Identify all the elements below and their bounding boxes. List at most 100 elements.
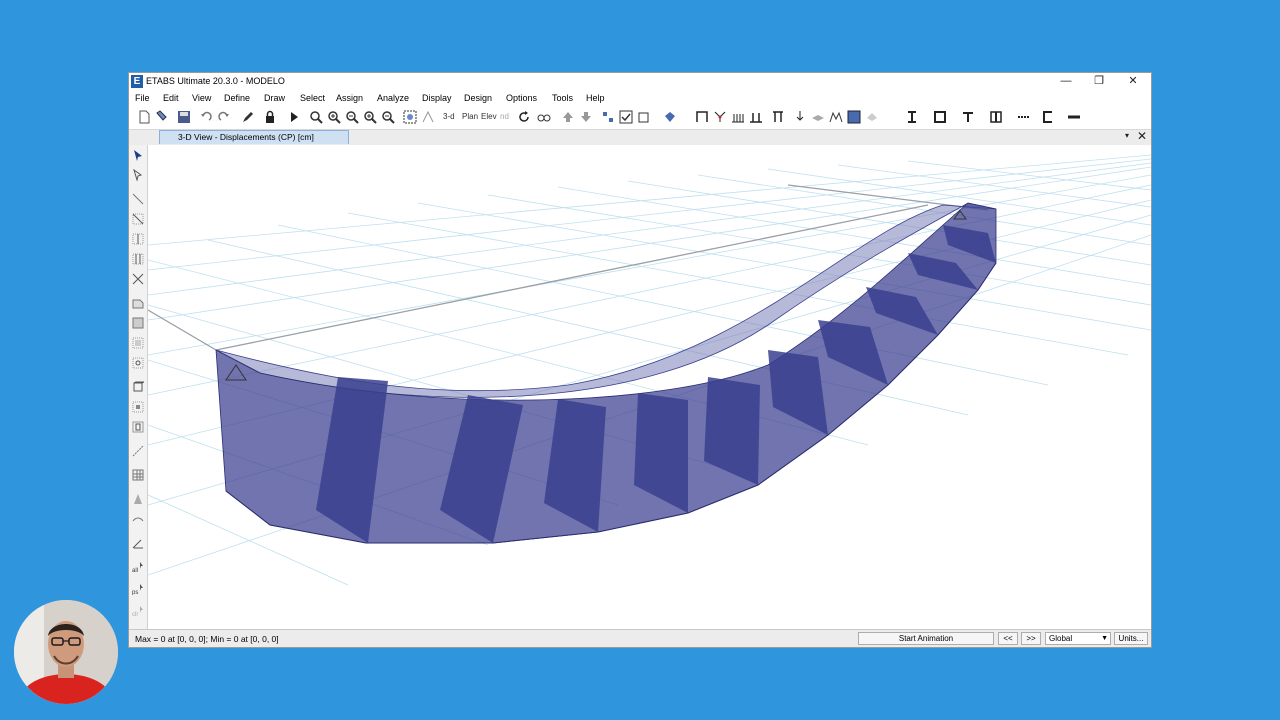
object-shrink-icon[interactable] bbox=[601, 110, 615, 124]
extrude-view-icon[interactable] bbox=[847, 110, 861, 124]
support-icon[interactable] bbox=[771, 110, 785, 124]
previous-selection-icon[interactable]: ps bbox=[132, 583, 144, 595]
menu-define[interactable]: Define bbox=[224, 93, 250, 103]
draw-wall-stack-icon[interactable] bbox=[132, 401, 144, 413]
draw-line-icon[interactable] bbox=[132, 193, 144, 205]
draw-dimension-icon[interactable] bbox=[132, 493, 144, 505]
menu-display[interactable]: Display bbox=[422, 93, 452, 103]
rubber-band-zoom-icon[interactable] bbox=[403, 110, 417, 124]
undo-icon[interactable] bbox=[199, 110, 213, 124]
menu-view[interactable]: View bbox=[192, 93, 211, 103]
draw-tendon-icon[interactable] bbox=[132, 513, 144, 525]
etabs-window: E ETABS Ultimate 20.3.0 - MODELO — ❐ ✕ F… bbox=[128, 72, 1152, 648]
start-animation-button[interactable]: Start Animation bbox=[858, 632, 994, 645]
elevation-view-button[interactable]: Elev bbox=[481, 112, 497, 121]
minimize-button[interactable]: — bbox=[1049, 73, 1083, 91]
next-step-button[interactable]: >> bbox=[1021, 632, 1041, 645]
brace-icon[interactable] bbox=[713, 110, 727, 124]
draw-toolbar: all ps clr bbox=[129, 145, 148, 629]
select-all-icon[interactable]: all bbox=[132, 561, 144, 573]
restore-button[interactable]: ❐ bbox=[1082, 73, 1116, 91]
frame-icon[interactable] bbox=[695, 110, 709, 124]
status-max-min-text: Max = 0 at [0, 0, 0]; Min = 0 at [0, 0, … bbox=[135, 634, 279, 644]
draw-grid-icon[interactable] bbox=[132, 469, 144, 481]
tab-close-icon[interactable]: ✕ bbox=[1137, 129, 1147, 143]
draw-reference-icon[interactable] bbox=[132, 537, 144, 549]
menu-select[interactable]: Select bbox=[300, 93, 325, 103]
draw-beam-icon[interactable] bbox=[132, 213, 144, 225]
move-up-icon[interactable] bbox=[561, 110, 575, 124]
draw-wall-opening-icon[interactable] bbox=[132, 421, 144, 433]
move-down-icon[interactable] bbox=[579, 110, 593, 124]
new-file-icon[interactable] bbox=[137, 110, 151, 124]
svg-text:all: all bbox=[132, 568, 138, 573]
svg-text:clr: clr bbox=[132, 612, 138, 617]
open-icon[interactable] bbox=[155, 110, 169, 124]
zoom-window-icon[interactable] bbox=[309, 110, 323, 124]
units-button[interactable]: Units... bbox=[1114, 632, 1148, 645]
perspective-icon[interactable] bbox=[537, 110, 551, 124]
lock-icon[interactable] bbox=[263, 110, 277, 124]
menu-options[interactable]: Options bbox=[506, 93, 537, 103]
menu-edit[interactable]: Edit bbox=[163, 93, 179, 103]
section-box-icon[interactable] bbox=[933, 110, 947, 124]
show-deformed-icon[interactable] bbox=[663, 110, 677, 124]
section-channel-icon[interactable] bbox=[1041, 110, 1055, 124]
section-i-box-icon[interactable] bbox=[989, 110, 1003, 124]
menu-tools[interactable]: Tools bbox=[552, 93, 573, 103]
tab-3d-view-displacements[interactable]: 3-D View - Displacements (CP) [cm] bbox=[159, 130, 349, 144]
plan-view-button[interactable]: Plan bbox=[462, 112, 478, 121]
save-icon[interactable] bbox=[177, 110, 191, 124]
menu-analyze[interactable]: Analyze bbox=[377, 93, 409, 103]
menu-assign[interactable]: Assign bbox=[336, 93, 363, 103]
draw-brace-icon[interactable] bbox=[132, 253, 144, 265]
draw-column-icon[interactable] bbox=[132, 233, 144, 245]
model-3d-viewport[interactable] bbox=[148, 145, 1151, 629]
view-tab-row: 3-D View - Displacements (CP) [cm] ▾ ✕ bbox=[129, 129, 1151, 145]
rotate-view-icon[interactable] bbox=[517, 110, 531, 124]
zoom-step-in-icon[interactable] bbox=[363, 110, 377, 124]
chevron-down-icon: ▼ bbox=[1101, 635, 1108, 642]
load-icon[interactable] bbox=[793, 110, 807, 124]
section-dashed-icon[interactable] bbox=[1017, 110, 1031, 124]
pencil-icon[interactable] bbox=[241, 110, 255, 124]
zoom-out-icon[interactable] bbox=[345, 110, 359, 124]
pan-icon[interactable] bbox=[421, 110, 435, 124]
previous-step-button[interactable]: << bbox=[998, 632, 1018, 645]
shading-icon[interactable] bbox=[865, 110, 879, 124]
coordinate-system-value: Global bbox=[1049, 634, 1073, 643]
close-window-button[interactable]: ✕ bbox=[1116, 73, 1150, 91]
mesh-icon[interactable] bbox=[829, 110, 843, 124]
draw-wall-icon[interactable] bbox=[132, 381, 144, 393]
redo-icon[interactable] bbox=[217, 110, 231, 124]
set-display-options-icon[interactable] bbox=[619, 110, 633, 124]
clear-selection-icon[interactable]: clr bbox=[132, 605, 144, 617]
tab-menu-chevron-icon[interactable]: ▾ bbox=[1125, 131, 1129, 140]
section-i-icon[interactable] bbox=[905, 110, 919, 124]
reshape-pointer-icon[interactable] bbox=[132, 169, 144, 181]
nd-view-button[interactable]: nd bbox=[500, 112, 509, 121]
menu-draw[interactable]: Draw bbox=[264, 93, 285, 103]
draw-rect-area-icon[interactable] bbox=[132, 317, 144, 329]
wall-icon[interactable] bbox=[731, 110, 745, 124]
draw-opening-icon[interactable] bbox=[132, 357, 144, 369]
zoom-in-icon[interactable] bbox=[327, 110, 341, 124]
draw-link-icon[interactable] bbox=[132, 445, 144, 457]
draw-cross-brace-icon[interactable] bbox=[132, 273, 144, 285]
menu-design[interactable]: Design bbox=[464, 93, 492, 103]
section-bar-icon[interactable] bbox=[1067, 110, 1081, 124]
section-tee-icon[interactable] bbox=[961, 110, 975, 124]
column-icon[interactable] bbox=[749, 110, 763, 124]
slab-icon[interactable] bbox=[811, 110, 825, 124]
view-3d-button[interactable]: 3-d bbox=[443, 112, 455, 121]
menu-file[interactable]: File bbox=[135, 93, 150, 103]
coordinate-system-select[interactable]: Global ▼ bbox=[1045, 632, 1111, 645]
show-undeformed-icon[interactable] bbox=[637, 110, 651, 124]
pointer-select-icon[interactable] bbox=[132, 149, 144, 161]
menu-help[interactable]: Help bbox=[586, 93, 605, 103]
zoom-step-out-icon[interactable] bbox=[381, 110, 395, 124]
etabs-logo-icon: E bbox=[131, 75, 143, 88]
draw-floor-icon[interactable] bbox=[132, 297, 144, 309]
draw-slab-icon[interactable] bbox=[132, 337, 144, 349]
run-analysis-icon[interactable] bbox=[287, 110, 301, 124]
